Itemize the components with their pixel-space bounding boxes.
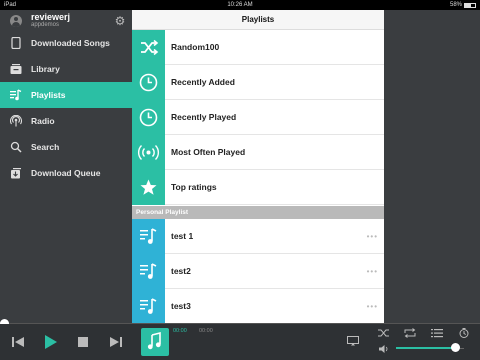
battery-percent: 58% — [449, 2, 462, 8]
music-note-icon — [132, 219, 165, 254]
download-queue-icon — [11, 168, 21, 179]
playlist-label: Most Often Played — [171, 147, 246, 157]
page-title: Playlists — [132, 10, 384, 30]
sidebar-item-downloaded-songs[interactable]: Downloaded Songs — [0, 30, 132, 56]
playlist-row-random100[interactable]: Random100 — [132, 30, 384, 65]
playlist-row-most-often-played[interactable]: Most Often Played — [132, 135, 384, 170]
repeat-icon[interactable] — [404, 328, 416, 338]
music-note-icon — [132, 289, 165, 324]
sidebar-item-label: Playlists — [31, 90, 66, 100]
queue-list-icon[interactable] — [431, 328, 443, 338]
user-name: reviewerj — [31, 12, 71, 22]
playlist-label: test 1 — [171, 231, 194, 241]
airplay-icon[interactable] — [347, 336, 359, 346]
album-art-icon[interactable] — [141, 328, 169, 356]
shuffle-icon[interactable] — [378, 328, 390, 338]
elapsed-time: 00:00 — [173, 328, 187, 334]
playlist-label: test3 — [171, 301, 191, 311]
clock-label: 10:26 AM — [227, 2, 253, 8]
broadcast-icon — [132, 135, 165, 170]
volume-slider-fill — [396, 347, 456, 349]
clock-icon — [132, 65, 165, 100]
more-options-icon[interactable]: ••• — [367, 219, 378, 254]
playlists-panel: Playlists Random100 Recently Added Recen… — [132, 10, 384, 324]
more-options-icon[interactable]: ••• — [367, 289, 378, 324]
sidebar-item-label: Search — [31, 142, 60, 152]
playlist-label: Recently Added — [171, 77, 235, 87]
playlist-label: test2 — [171, 266, 191, 276]
sidebar: reviewerj appdemos ⚙ Downloaded Songs Li… — [0, 10, 132, 324]
next-track-icon[interactable] — [106, 332, 126, 352]
sidebar-item-download-queue[interactable]: Download Queue — [0, 160, 132, 186]
tablet-icon — [11, 37, 21, 49]
playlist-label: Random100 — [171, 42, 220, 52]
previous-track-icon[interactable] — [8, 332, 28, 352]
playlist-icon — [10, 89, 22, 101]
playlist-row-test-1[interactable]: test 1 ••• — [132, 219, 384, 254]
playlist-label: Recently Played — [171, 112, 237, 122]
battery-icon — [464, 2, 476, 8]
right-backdrop — [384, 10, 480, 324]
playlist-row-test2[interactable]: test2 ••• — [132, 254, 384, 289]
sidebar-item-label: Download Queue — [31, 168, 101, 178]
clock-icon — [132, 100, 165, 135]
playlist-label: Top ratings — [171, 182, 217, 192]
music-note-icon — [132, 254, 165, 289]
playlist-row-test3[interactable]: test3 ••• — [132, 289, 384, 324]
user-subtitle: appdemos — [31, 22, 60, 28]
avatar-icon[interactable] — [10, 15, 22, 27]
more-options-icon[interactable]: ••• — [367, 254, 378, 289]
shuffle-icon — [132, 30, 165, 65]
volume-icon — [379, 345, 388, 353]
status-bar: iPad 10:26 AM 58% — [0, 0, 480, 10]
stop-icon[interactable] — [73, 332, 93, 352]
search-icon — [10, 141, 22, 153]
sleep-timer-icon[interactable] — [458, 328, 470, 338]
sidebar-item-search[interactable]: Search — [0, 134, 132, 160]
play-icon[interactable] — [40, 332, 60, 352]
player-bar: 00:00 00:00 — [0, 324, 480, 360]
section-header-personal: Personal Playlist — [132, 206, 384, 219]
library-icon — [10, 64, 22, 74]
battery-indicator: 58% — [450, 0, 476, 10]
sidebar-item-library[interactable]: Library — [0, 56, 132, 82]
sidebar-item-playlists[interactable]: Playlists — [0, 82, 132, 108]
playlist-row-recently-added[interactable]: Recently Added — [132, 65, 384, 100]
sidebar-item-label: Library — [31, 64, 60, 74]
sidebar-item-label: Downloaded Songs — [31, 38, 110, 48]
sidebar-item-radio[interactable]: Radio — [0, 108, 132, 134]
radio-icon — [10, 115, 22, 127]
gear-icon[interactable]: ⚙ — [114, 15, 126, 27]
app-root: iPad 10:26 AM 58% reviewerj appdemos ⚙ D… — [0, 0, 480, 360]
star-icon — [132, 170, 165, 205]
duration-time: 00:00 — [199, 328, 213, 334]
sidebar-item-label: Radio — [31, 116, 55, 126]
playlist-row-top-ratings[interactable]: Top ratings — [132, 170, 384, 205]
playlist-row-recently-played[interactable]: Recently Played — [132, 100, 384, 135]
